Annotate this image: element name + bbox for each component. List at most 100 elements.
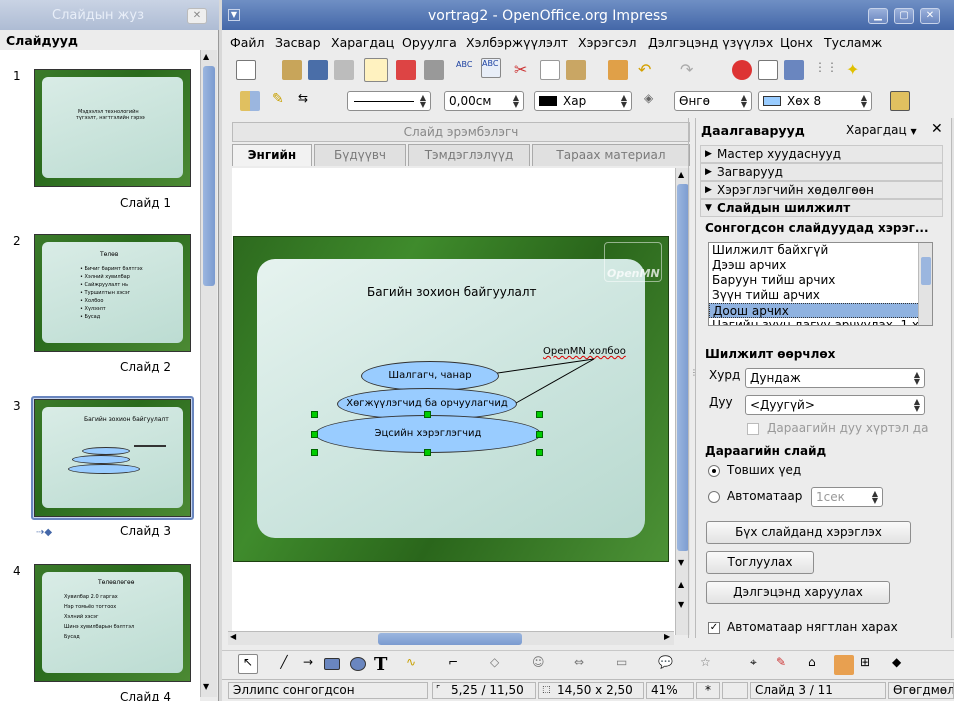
grid-icon[interactable]: ⋮⋮ <box>814 60 838 80</box>
arrow-style-icon[interactable]: ⇆ <box>298 91 318 111</box>
canvas-horizontal-scrollbar[interactable]: ◀ ▶ <box>228 631 674 645</box>
scroll-down-icon[interactable]: ▼ <box>203 682 209 691</box>
scrollbar-thumb[interactable] <box>203 66 215 286</box>
save-icon[interactable] <box>308 60 328 80</box>
menu-window[interactable]: Цонх <box>780 35 813 50</box>
paste-icon[interactable] <box>566 60 586 80</box>
scroll-up-icon[interactable]: ▲ <box>203 52 209 61</box>
section-slide-transition[interactable]: ▼ Слайдын шилжилт <box>700 199 943 217</box>
ellipse-end-users[interactable]: Эцсийн хэрэглэгчид <box>315 415 541 453</box>
extrusion-icon[interactable]: ◆ <box>892 655 912 675</box>
selection-handle[interactable] <box>424 449 431 456</box>
line-color-select[interactable]: Хар ▲ ▼ <box>534 91 632 111</box>
stars-icon[interactable]: ☆ <box>700 655 720 675</box>
basic-shapes-icon[interactable]: ◇ <box>490 655 510 675</box>
slide-thumbnail-2[interactable]: Төлөв • Бичиг баримт бэлтгэх • Хэлний ху… <box>34 234 191 352</box>
minimize-icon[interactable]: ▁ <box>868 8 888 24</box>
glue-points-icon[interactable]: ✎ <box>776 655 796 675</box>
slide-pane-scrollbar[interactable]: ▲ ▼ <box>200 50 217 697</box>
ellipse-testers[interactable]: Шалгагч, чанар батлагчид <box>361 361 499 409</box>
auto-time-field[interactable]: 1сек ▲ ▼ <box>811 487 883 507</box>
line-style-select[interactable]: ▲ ▼ <box>347 91 431 111</box>
fill-bucket-icon[interactable]: ◈ <box>644 91 664 111</box>
selection-handle[interactable] <box>311 449 318 456</box>
redo-icon[interactable]: ↷ <box>680 60 700 80</box>
selection-handle[interactable] <box>536 411 543 418</box>
callouts-icon[interactable]: 💬 <box>658 655 678 675</box>
copy-icon[interactable] <box>540 60 560 80</box>
flowchart-icon[interactable]: ▭ <box>616 655 636 675</box>
close-icon[interactable]: ✕ <box>187 8 207 24</box>
scroll-right-icon[interactable]: ▶ <box>664 632 670 641</box>
open-icon[interactable] <box>282 60 302 80</box>
line-width-field[interactable]: 0,00см ▲ ▼ <box>444 91 524 111</box>
pane-splitter[interactable]: ⋮ <box>688 118 698 638</box>
shadow-icon[interactable] <box>890 91 910 111</box>
maximize-icon[interactable]: ▢ <box>894 8 914 24</box>
scroll-left-icon[interactable]: ◀ <box>230 632 236 641</box>
list-item[interactable]: Зүүн тийш арчих <box>709 288 932 303</box>
selection-handle[interactable] <box>311 431 318 438</box>
slide-3-canvas[interactable]: OpenMN Багийн зохион байгуулалт OpenMN х… <box>233 236 669 562</box>
slide-pane-titlebar[interactable]: Слайдын жуз ✕ <box>0 0 219 30</box>
tab-outline[interactable]: Бүдүүвч <box>314 144 406 166</box>
loop-sound-checkbox[interactable] <box>747 423 759 435</box>
window-menu-icon[interactable]: ▼ <box>228 9 240 21</box>
slideshow-button[interactable]: Дэлгэцэнд харуулах <box>706 581 890 604</box>
menu-help[interactable]: Тусламж <box>824 35 882 50</box>
area-color-select[interactable]: Хөх 8 ▲ ▼ <box>758 91 872 111</box>
page-up-icon[interactable]: ▲ <box>678 580 684 589</box>
menu-slideshow[interactable]: Дэлгэцэнд үзүүлэх <box>648 35 773 50</box>
menu-tools[interactable]: Хэрэгсэл <box>578 35 637 50</box>
tab-handout[interactable]: Тараах материал <box>532 144 690 166</box>
format-paintbrush-icon[interactable] <box>608 60 628 80</box>
selection-handle[interactable] <box>311 411 318 418</box>
effects-icon[interactable]: ✦ <box>846 60 866 80</box>
selection-handle[interactable] <box>536 431 543 438</box>
slide-thumbnail-1[interactable]: Мэдээлэл технологийн түгээлт, нэгтгэлийн… <box>34 69 191 187</box>
selection-handle[interactable] <box>424 411 431 418</box>
gallery-icon[interactable]: ⊞ <box>860 655 880 675</box>
play-button[interactable]: Тоглуулах <box>706 551 814 574</box>
table-icon[interactable] <box>758 60 778 80</box>
from-file-icon[interactable] <box>834 655 854 675</box>
menu-file[interactable]: Файл <box>230 35 265 50</box>
scrollbar-thumb[interactable] <box>378 633 522 645</box>
fontwork-icon[interactable]: ⌂ <box>808 655 828 675</box>
new-document-icon[interactable] <box>236 60 256 80</box>
sound-select[interactable]: <Дуугүй> ▲ ▼ <box>745 395 925 415</box>
menu-edit[interactable]: Засвар <box>275 35 321 50</box>
status-zoom[interactable]: 41% <box>646 682 694 699</box>
points-icon[interactable]: ⌖ <box>750 655 770 675</box>
selection-handle[interactable] <box>536 449 543 456</box>
area-style-select[interactable]: Өнгө ▲ ▼ <box>674 91 752 111</box>
autospellcheck-icon[interactable]: ABC <box>481 58 501 78</box>
tab-notes[interactable]: Тэмдэглэлүүд <box>408 144 530 166</box>
auto-preview-checkbox[interactable]: ✓ <box>708 622 720 634</box>
export-pdf-icon[interactable] <box>396 60 416 80</box>
tab-normal[interactable]: Энгийн <box>232 144 312 166</box>
list-item-selected[interactable]: Доош арчих <box>709 303 932 318</box>
line-tool-icon[interactable]: ╱ <box>274 655 294 675</box>
list-item[interactable]: Баруун тийш арчих <box>709 273 932 288</box>
speed-select[interactable]: Дундаж ▲ ▼ <box>745 368 925 388</box>
email-icon[interactable] <box>334 60 354 80</box>
block-arrows-icon[interactable]: ⇔ <box>574 655 594 675</box>
list-item[interactable]: Цагийн зүүн дагуу арчуулах, 1 хэ <box>709 318 932 325</box>
rectangle-icon[interactable] <box>324 658 340 670</box>
list-item[interactable]: Дээш арчих <box>709 258 932 273</box>
scroll-up-icon[interactable]: ▲ <box>678 170 684 179</box>
edit-mode-icon[interactable] <box>364 58 388 82</box>
slide-thumbnail-3[interactable]: Багийн зохион байгуулалт <box>34 399 191 517</box>
page-down-icon[interactable]: ▼ <box>678 600 684 609</box>
ellipse-icon[interactable] <box>350 657 366 671</box>
slide-thumbnail-4[interactable]: Төлөвлөгөө Хувилбар 2.0 гаргах Нэр томьё… <box>34 564 191 682</box>
symbol-shapes-icon[interactable]: ☺ <box>532 655 552 675</box>
select-arrow-icon[interactable]: ↖ <box>238 654 258 674</box>
connector-icon[interactable]: ⌐ <box>448 655 468 675</box>
automatic-radio[interactable] <box>708 491 720 503</box>
list-item[interactable]: Шилжилт байхгүй <box>709 243 932 258</box>
text-icon[interactable]: T <box>374 654 394 675</box>
section-layouts[interactable]: ▶ Загварууд <box>700 163 943 181</box>
spellcheck-icon[interactable]: ABC <box>456 60 476 80</box>
